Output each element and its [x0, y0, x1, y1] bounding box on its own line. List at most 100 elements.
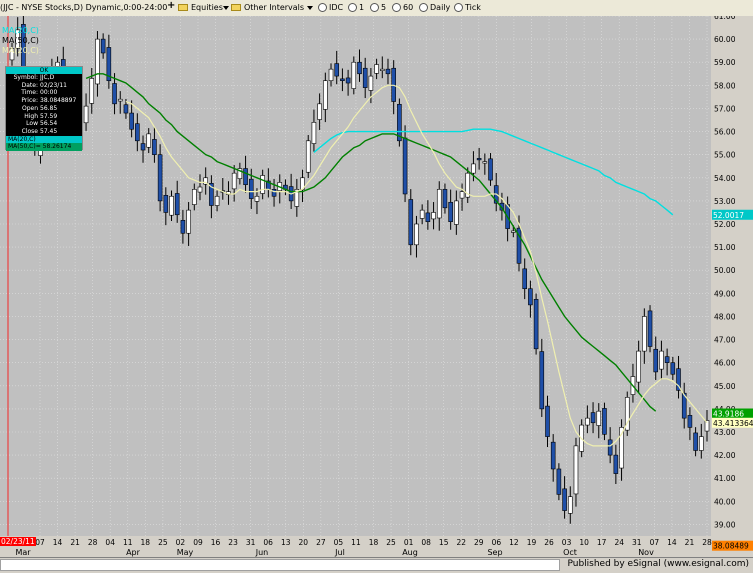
candle-body-up: [351, 61, 357, 89]
x-day-label: 07: [650, 538, 660, 547]
x-day-label: 11: [351, 538, 361, 547]
symbol-title[interactable]: (JJC - NYSE Stocks,D) Dynamic,0:00-24:00: [0, 2, 167, 14]
x-month-label: Mar: [15, 548, 31, 557]
candle-body-down: [476, 158, 482, 161]
candle-body-up: [83, 105, 89, 124]
ma20-legend-yellow: MA(20,C): [2, 46, 39, 55]
candle-body-up: [192, 189, 197, 205]
clock-icon: [318, 3, 327, 12]
interval-5[interactable]: 5: [381, 2, 386, 14]
cursor-date-label: 02/23/11: [1, 537, 35, 546]
candle-body-down: [385, 68, 391, 75]
candle-body-up: [511, 230, 516, 233]
candle-body-up: [379, 68, 385, 71]
equities-menu[interactable]: Equities: [191, 2, 223, 14]
candle-body-up: [169, 195, 174, 216]
add-icon[interactable]: +: [167, 0, 175, 12]
candle-body-up: [699, 436, 704, 451]
candle-body-up: [454, 200, 459, 225]
x-day-label: 12: [509, 538, 519, 547]
candle-body-down: [157, 154, 163, 202]
x-day-label: 26: [544, 538, 554, 547]
candle-body-down: [590, 412, 596, 424]
candle-body-up: [482, 161, 488, 164]
candle: [647, 305, 653, 353]
candle-body-up: [89, 78, 95, 104]
chevron-down-icon[interactable]: [223, 6, 229, 10]
data-row: Time: 00:00: [21, 89, 58, 97]
candle-body-down: [550, 441, 556, 470]
candle-body-down: [180, 220, 186, 234]
candle-body-down: [528, 288, 533, 306]
candle-body-down: [562, 488, 567, 511]
clock-icon: [348, 3, 357, 12]
interval-60[interactable]: 60: [403, 2, 413, 14]
interval-1[interactable]: 1: [359, 2, 364, 14]
x-day-label: 27: [316, 538, 326, 547]
data-window-ma20: MA(20,C): [6, 135, 82, 144]
x-day-label: 14: [53, 538, 63, 547]
candle: [305, 135, 311, 179]
chevron-down-icon[interactable]: [307, 6, 313, 10]
candle: [533, 293, 539, 355]
x-day-label: 31: [632, 538, 642, 547]
candle-body-up: [471, 163, 476, 174]
x-day-label: 01: [404, 538, 414, 547]
data-row: Open 56.85: [21, 104, 58, 112]
y-axis: [711, 16, 753, 536]
status-bar: Published by eSignal (www.esignal.com): [0, 557, 753, 573]
candle-body-down: [607, 439, 613, 456]
interval-daily[interactable]: Daily: [430, 2, 450, 14]
clock-icon: [370, 3, 379, 12]
candle-body-up: [431, 212, 436, 220]
data-row: Close 57.45: [21, 127, 58, 135]
candle: [397, 98, 402, 147]
x-day-label: 28: [702, 538, 712, 547]
x-month-label: Apr: [126, 548, 141, 557]
x-month-label: Oct: [563, 548, 577, 557]
plot-area: [0, 16, 711, 536]
x-day-label: 10: [579, 538, 589, 547]
candle-body-down: [135, 123, 140, 142]
candle-body-down: [408, 199, 414, 246]
interval-idc[interactable]: IDC: [329, 2, 343, 14]
candle-body-down: [602, 408, 607, 435]
candle: [351, 56, 357, 95]
x-day-label: 16: [211, 538, 221, 547]
x-day-label: 25: [386, 538, 396, 547]
candle-body-up: [254, 195, 260, 202]
candle-body-down: [152, 139, 157, 155]
data-row: Price: 38.0848897: [21, 97, 77, 105]
x-day-label: 18: [369, 538, 379, 547]
toolbar: (JJC - NYSE Stocks,D) Dynamic,0:00-24:00…: [0, 0, 753, 17]
data-window-header: OK: [6, 67, 82, 74]
price-tag-label: 38.08489: [713, 542, 749, 551]
x-day-label: 23: [228, 538, 238, 547]
x-day-label: 21: [70, 538, 80, 547]
candle-body-down: [334, 63, 340, 77]
x-day-label: 21: [685, 538, 695, 547]
equities-folder-icon: [178, 4, 188, 11]
published-by-text: Published by eSignal (www.esignal.com): [567, 559, 749, 569]
x-day-label: 19: [527, 538, 537, 547]
candle-body-up: [317, 103, 322, 120]
price-chart[interactable]: 39.0040.0041.0042.0043.0044.0045.0046.00…: [0, 16, 753, 557]
candle-body-up: [573, 445, 579, 495]
x-day-label: 22: [456, 538, 466, 547]
candle-body-up: [311, 122, 317, 144]
x-day-label: 29: [474, 538, 484, 547]
candle-body-up: [328, 68, 334, 82]
candle: [624, 391, 630, 436]
candle-body-up: [596, 410, 602, 426]
x-month-label: Aug: [402, 548, 418, 557]
candle-body-down: [163, 195, 169, 213]
data-window[interactable]: OK Symbol: JJC,D Date: 02/23/11 Time: 00:00…: [5, 66, 83, 152]
data-row: Low 56.54: [26, 120, 58, 128]
interval-tick[interactable]: Tick: [465, 2, 481, 14]
x-day-label: 02: [176, 538, 186, 547]
candle-body-down: [402, 137, 408, 195]
candle-body-down: [670, 362, 676, 375]
candle-body-down: [539, 351, 545, 410]
other-intervals-menu[interactable]: Other Intervals: [244, 2, 304, 14]
clock-icon: [392, 3, 401, 12]
